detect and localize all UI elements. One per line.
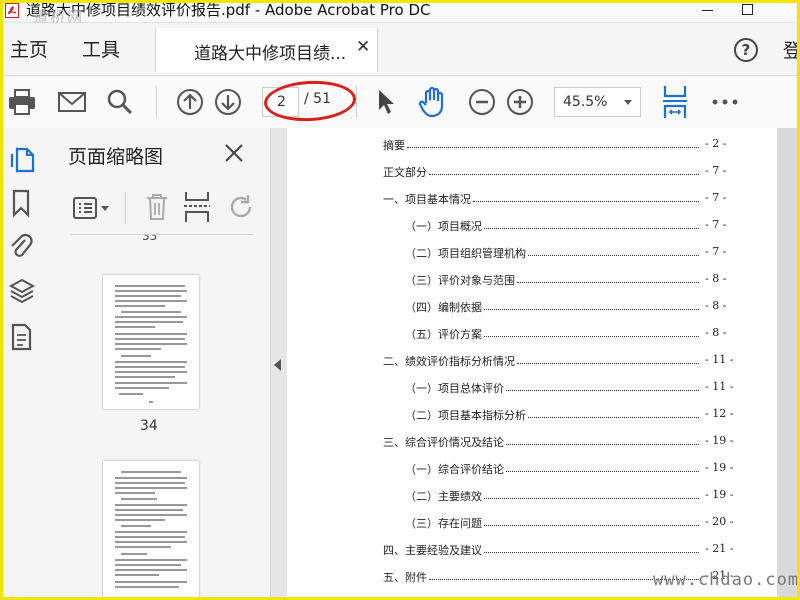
screenshot-frame [0, 0, 800, 600]
